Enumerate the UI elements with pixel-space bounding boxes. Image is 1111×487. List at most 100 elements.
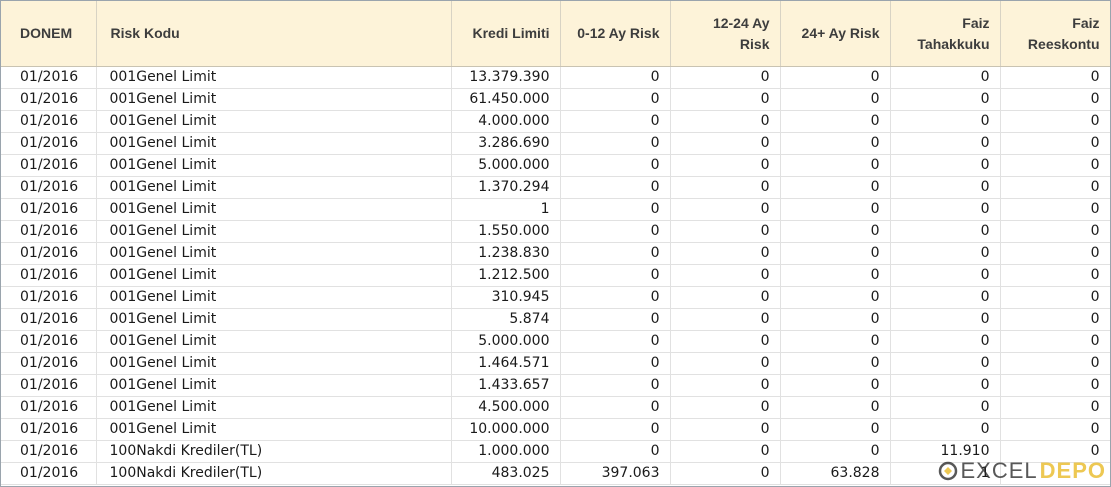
cell-risk-12-24[interactable]: 0 [670,286,781,309]
cell-risk-0-12[interactable]: 0 [560,418,671,441]
cell-kredi-limiti[interactable]: 1.433.657 [451,374,561,397]
cell-donem[interactable]: 01/2016 [1,198,97,221]
cell-donem[interactable]: 01/2016 [1,176,97,199]
table-row[interactable]: 01/2016 001Genel Limit 1.370.294 0 0 0 0 0 [1,176,1110,199]
cell-risk-0-12[interactable]: 0 [560,242,671,265]
cell-risk-kodu[interactable]: 001Genel Limit [96,264,452,287]
cell-kredi-limiti[interactable]: 1.000.000 [451,440,561,463]
cell-risk-0-12[interactable]: 0 [560,440,671,463]
cell-risk-24-plus[interactable]: 0 [780,330,891,353]
table-row[interactable]: 01/2016 001Genel Limit 1.550.000 0 0 0 0 0 [1,220,1110,243]
table-row[interactable]: 01/2016 001Genel Limit 4.000.000 0 0 0 0 0 [1,110,1110,133]
cell-risk-kodu[interactable]: 001Genel Limit [96,286,452,309]
cell-kredi-limiti[interactable]: 310.945 [451,286,561,309]
cell-risk-12-24[interactable]: 0 [670,176,781,199]
cell-risk-kodu[interactable]: 001Genel Limit [96,308,452,331]
cell-faiz-tahakkuku[interactable]: 0 [890,308,1001,331]
cell-donem[interactable]: 01/2016 [1,88,97,111]
cell-faiz-reeskontu[interactable]: 0 [1000,132,1110,155]
cell-donem[interactable]: 01/2016 [1,286,97,309]
cell-risk-kodu[interactable]: 100Nakdi Krediler(TL) [96,440,452,463]
cell-faiz-reeskontu[interactable]: 0 [1000,286,1110,309]
cell-risk-12-24[interactable]: 0 [670,308,781,331]
cell-donem[interactable]: 01/2016 [1,110,97,133]
cell-risk-0-12[interactable]: 0 [560,88,671,111]
cell-faiz-tahakkuku[interactable]: 0 [890,242,1001,265]
cell-risk-12-24[interactable]: 0 [670,352,781,375]
table-row[interactable]: 01/2016 001Genel Limit 1.433.657 0 0 0 0 0 [1,374,1110,397]
cell-risk-12-24[interactable]: 0 [670,198,781,221]
cell-faiz-tahakkuku[interactable]: 0 [890,374,1001,397]
table-row[interactable]: 01/2016 001Genel Limit 5.000.000 0 0 0 0 0 [1,154,1110,177]
cell-kredi-limiti[interactable]: 1.550.000 [451,220,561,243]
cell-risk-0-12[interactable]: 0 [560,374,671,397]
cell-risk-kodu[interactable]: 001Genel Limit [96,330,452,353]
cell-risk-kodu[interactable]: 001Genel Limit [96,66,452,89]
cell-faiz-tahakkuku[interactable]: 0 [890,220,1001,243]
cell-risk-12-24[interactable]: 0 [670,110,781,133]
cell-kredi-limiti[interactable]: 4.000.000 [451,110,561,133]
cell-risk-24-plus[interactable]: 0 [780,352,891,375]
cell-risk-kodu[interactable]: 001Genel Limit [96,242,452,265]
column-header-risk-12-24[interactable]: 12-24 Ay Risk [670,1,781,67]
cell-faiz-tahakkuku[interactable]: 0 [890,286,1001,309]
cell-kredi-limiti[interactable]: 10.000.000 [451,418,561,441]
cell-donem[interactable]: 01/2016 [1,440,97,463]
cell-kredi-limiti[interactable]: 5.000.000 [451,330,561,353]
cell-risk-24-plus[interactable]: 0 [780,374,891,397]
cell-faiz-tahakkuku[interactable]: 0 [890,330,1001,353]
cell-faiz-reeskontu[interactable]: 0 [1000,396,1110,419]
cell-faiz-reeskontu[interactable]: 0 [1000,88,1110,111]
cell-kredi-limiti[interactable]: 1.238.830 [451,242,561,265]
column-header-donem[interactable]: DONEM [1,1,97,67]
cell-faiz-reeskontu[interactable]: 0 [1000,154,1110,177]
cell-risk-12-24[interactable]: 0 [670,396,781,419]
cell-kredi-limiti[interactable]: 1.464.571 [451,352,561,375]
cell-risk-24-plus[interactable]: 63.828 [780,462,891,485]
cell-donem[interactable]: 01/2016 [1,220,97,243]
cell-faiz-reeskontu[interactable]: 0 [1000,110,1110,133]
cell-risk-12-24[interactable]: 0 [670,264,781,287]
cell-risk-24-plus[interactable]: 0 [780,132,891,155]
table-row[interactable]: 01/2016 001Genel Limit 5.874 0 0 0 0 0 [1,308,1110,331]
cell-risk-24-plus[interactable]: 0 [780,286,891,309]
cell-risk-24-plus[interactable]: 0 [780,220,891,243]
cell-kredi-limiti[interactable]: 4.500.000 [451,396,561,419]
cell-risk-kodu[interactable]: 001Genel Limit [96,220,452,243]
table-row[interactable]: 01/2016 001Genel Limit 61.450.000 0 0 0 0 0 [1,88,1110,111]
cell-risk-0-12[interactable]: 397.063 [560,462,671,485]
cell-risk-12-24[interactable]: 0 [670,462,781,485]
cell-risk-kodu[interactable]: 001Genel Limit [96,132,452,155]
cell-kredi-limiti[interactable]: 3.286.690 [451,132,561,155]
cell-risk-24-plus[interactable]: 0 [780,176,891,199]
cell-risk-0-12[interactable]: 0 [560,286,671,309]
cell-faiz-reeskontu[interactable]: 0 [1000,374,1110,397]
cell-risk-12-24[interactable]: 0 [670,154,781,177]
cell-donem[interactable]: 01/2016 [1,462,97,485]
cell-faiz-tahakkuku[interactable]: 0 [890,176,1001,199]
cell-risk-24-plus[interactable]: 0 [780,264,891,287]
table-row[interactable]: 01/2016 001Genel Limit 310.945 0 0 0 0 0 [1,286,1110,309]
cell-donem[interactable]: 01/2016 [1,396,97,419]
cell-risk-0-12[interactable]: 0 [560,132,671,155]
cell-faiz-reeskontu[interactable]: 0 [1000,418,1110,441]
cell-kredi-limiti[interactable]: 5.874 [451,308,561,331]
cell-faiz-reeskontu[interactable]: 0 [1000,308,1110,331]
cell-faiz-reeskontu[interactable]: 0 [1000,176,1110,199]
cell-risk-kodu[interactable]: 100Nakdi Krediler(TL) [96,462,452,485]
cell-risk-0-12[interactable]: 0 [560,198,671,221]
cell-risk-12-24[interactable]: 0 [670,220,781,243]
cell-kredi-limiti[interactable]: 13.379.390 [451,66,561,89]
table-row[interactable]: 01/2016 001Genel Limit 3.286.690 0 0 0 0 0 [1,132,1110,155]
cell-risk-kodu[interactable]: 001Genel Limit [96,88,452,111]
cell-risk-24-plus[interactable]: 0 [780,110,891,133]
cell-risk-24-plus[interactable]: 0 [780,154,891,177]
cell-donem[interactable]: 01/2016 [1,418,97,441]
cell-faiz-tahakkuku[interactable]: 0 [890,198,1001,221]
cell-risk-24-plus[interactable]: 0 [780,198,891,221]
cell-risk-0-12[interactable]: 0 [560,66,671,89]
cell-faiz-tahakkuku[interactable]: 0 [890,352,1001,375]
cell-risk-0-12[interactable]: 0 [560,264,671,287]
cell-donem[interactable]: 01/2016 [1,308,97,331]
cell-risk-kodu[interactable]: 001Genel Limit [96,154,452,177]
